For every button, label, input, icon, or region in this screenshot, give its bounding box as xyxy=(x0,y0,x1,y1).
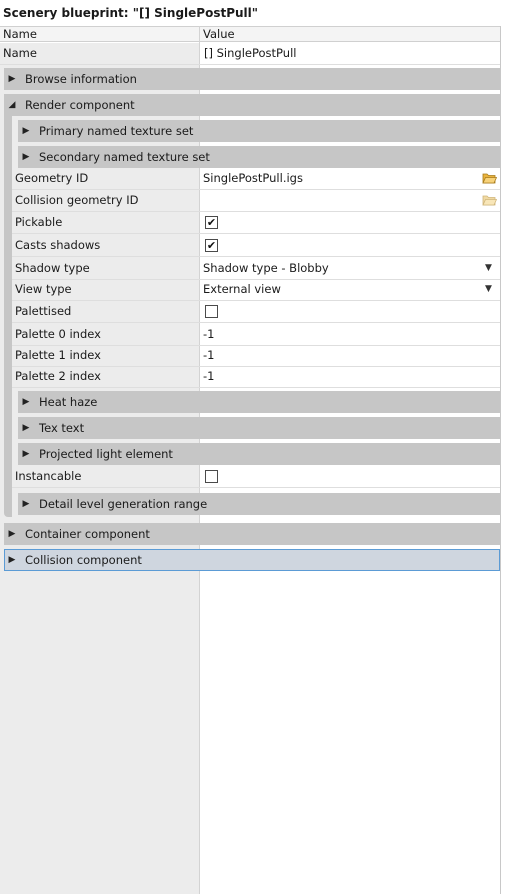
group-projected-light-element[interactable]: ▶ Projected light element xyxy=(18,443,500,465)
casts-shadows-label: Casts shadows xyxy=(15,238,101,252)
open-folder-icon[interactable] xyxy=(482,193,497,207)
palettised-row: Palettised xyxy=(12,301,500,323)
geometry-id-label: Geometry ID xyxy=(15,171,89,185)
group-render-component[interactable]: ◢ Render component xyxy=(4,94,500,116)
collapse-arrow-icon[interactable]: ◢ xyxy=(7,94,17,116)
expand-arrow-icon[interactable]: ▶ xyxy=(21,493,31,515)
palettised-label: Palettised xyxy=(15,304,72,318)
casts-shadows-row: Casts shadows ✔ xyxy=(12,235,500,257)
geometry-id-row: Geometry ID SinglePostPull.igs xyxy=(12,168,500,190)
group-detail-level-generation-range[interactable]: ▶ Detail level generation range xyxy=(18,493,500,515)
column-header: Name Value xyxy=(0,26,500,42)
pickable-row: Pickable ✔ xyxy=(12,212,500,234)
pickable-label: Pickable xyxy=(15,215,63,229)
value-column-header[interactable]: Value xyxy=(203,27,235,41)
group-label: Heat haze xyxy=(39,395,98,409)
render-group-bracket xyxy=(4,115,12,517)
open-folder-icon[interactable] xyxy=(482,171,497,185)
shadow-type-label: Shadow type xyxy=(15,261,90,275)
window-title: Scenery blueprint: "[] SinglePostPull" xyxy=(3,6,259,20)
palette-0-index-value[interactable]: -1 xyxy=(203,324,214,345)
expand-arrow-icon[interactable]: ▶ xyxy=(7,68,17,90)
group-heat-haze[interactable]: ▶ Heat haze xyxy=(18,391,500,413)
group-secondary-named-texture-set[interactable]: ▶ Secondary named texture set xyxy=(18,146,500,168)
group-tex-text[interactable]: ▶ Tex text xyxy=(18,417,500,439)
group-label: Tex text xyxy=(39,421,85,435)
name-value[interactable]: [] SinglePostPull xyxy=(204,43,296,64)
group-label: Primary named texture set xyxy=(39,124,194,138)
group-label: Container component xyxy=(25,527,150,541)
instancable-label: Instancable xyxy=(15,469,82,483)
expand-arrow-icon[interactable]: ▶ xyxy=(7,550,17,570)
casts-shadows-checkbox[interactable]: ✔ xyxy=(205,239,218,252)
expand-arrow-icon[interactable]: ▶ xyxy=(21,391,31,413)
instancable-checkbox[interactable] xyxy=(205,470,218,483)
view-type-dropdown[interactable]: External view xyxy=(203,279,281,300)
palette-0-index-label: Palette 0 index xyxy=(15,327,101,341)
name-column-header[interactable]: Name xyxy=(3,27,37,41)
expand-arrow-icon[interactable]: ▶ xyxy=(21,146,31,168)
group-label: Detail level generation range xyxy=(39,497,208,511)
group-primary-named-texture-set[interactable]: ▶ Primary named texture set xyxy=(18,120,500,142)
chevron-down-icon[interactable]: ▼ xyxy=(485,279,492,300)
palettised-checkbox[interactable] xyxy=(205,305,218,318)
palette-2-index-label: Palette 2 index xyxy=(15,369,101,383)
palette-2-index-value[interactable]: -1 xyxy=(203,366,214,387)
group-label: Secondary named texture set xyxy=(39,150,210,164)
name-row: Name [] SinglePostPull xyxy=(0,43,500,65)
view-type-row: View type External view ▼ xyxy=(12,279,500,301)
group-browse-information[interactable]: ▶ Browse information xyxy=(4,68,500,90)
name-label: Name xyxy=(3,46,37,60)
geometry-id-value[interactable]: SinglePostPull.igs xyxy=(203,168,303,189)
shadow-type-dropdown[interactable]: Shadow type - Blobby xyxy=(203,258,329,279)
group-label: Browse information xyxy=(25,72,137,86)
palette-0-index-row: Palette 0 index -1 xyxy=(12,324,500,346)
palette-1-index-value[interactable]: -1 xyxy=(203,345,214,366)
view-type-label: View type xyxy=(15,282,72,296)
expand-arrow-icon[interactable]: ▶ xyxy=(21,443,31,465)
collision-geometry-id-label: Collision geometry ID xyxy=(15,193,139,207)
group-label: Projected light element xyxy=(39,447,173,461)
grid-right-edge xyxy=(500,26,501,894)
expand-arrow-icon[interactable]: ▶ xyxy=(21,417,31,439)
collision-geometry-id-row: Collision geometry ID xyxy=(12,190,500,212)
instancable-row: Instancable xyxy=(12,466,500,488)
pickable-checkbox[interactable]: ✔ xyxy=(205,216,218,229)
palette-2-index-row: Palette 2 index -1 xyxy=(12,366,500,388)
group-label: Render component xyxy=(25,98,135,112)
expand-arrow-icon[interactable]: ▶ xyxy=(21,120,31,142)
group-container-component[interactable]: ▶ Container component xyxy=(4,523,500,545)
expand-arrow-icon[interactable]: ▶ xyxy=(7,523,17,545)
palette-1-index-label: Palette 1 index xyxy=(15,348,101,362)
chevron-down-icon[interactable]: ▼ xyxy=(485,258,492,279)
group-collision-component[interactable]: ▶ Collision component xyxy=(4,549,500,571)
shadow-type-row: Shadow type Shadow type - Blobby ▼ xyxy=(12,258,500,280)
palette-1-index-row: Palette 1 index -1 xyxy=(12,345,500,367)
group-label: Collision component xyxy=(25,553,142,567)
